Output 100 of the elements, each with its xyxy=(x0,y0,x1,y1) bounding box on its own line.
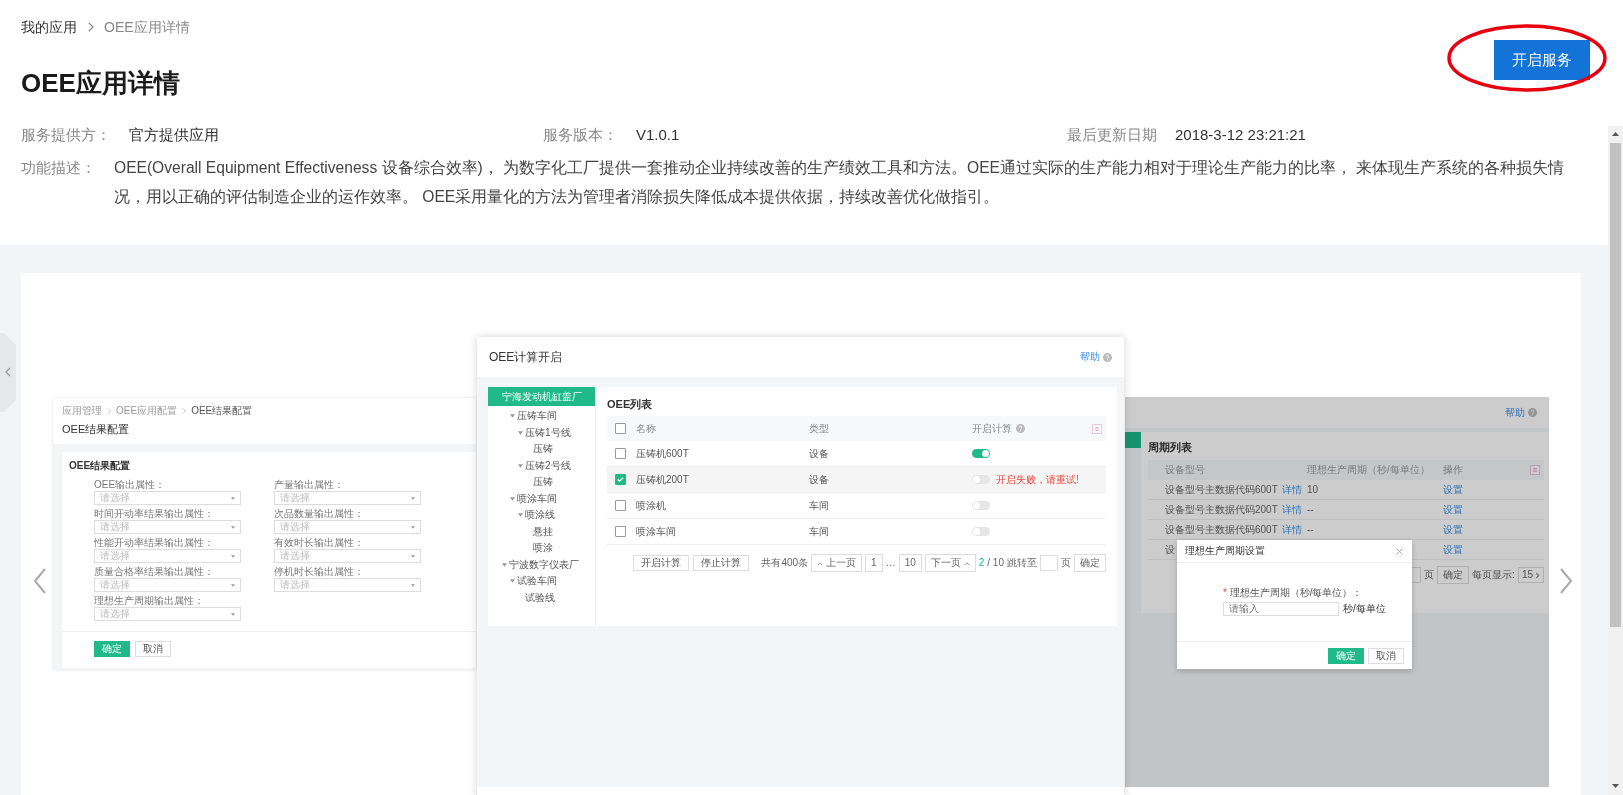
total-count: 共有400条 xyxy=(761,557,809,569)
toggle-switch[interactable] xyxy=(972,527,990,536)
field-label: 性能开动率结果输出属性： xyxy=(94,537,215,549)
checkbox[interactable] xyxy=(615,500,626,511)
table-cell: -- xyxy=(1307,503,1314,515)
column-header: 操作 xyxy=(1443,464,1464,476)
field-label: 质量合格率结果输出属性： xyxy=(94,566,215,578)
settings-link[interactable]: 设置 xyxy=(1443,503,1463,515)
caret-down-icon xyxy=(231,554,235,558)
side-tab[interactable] xyxy=(0,333,16,412)
field-label: 产量输出属性： xyxy=(274,479,345,491)
action-button[interactable]: 开启计算 xyxy=(633,555,689,571)
list-title: OEE列表 xyxy=(607,397,654,412)
column-settings-icon[interactable] xyxy=(1530,465,1540,475)
chevron-right-icon[interactable] xyxy=(1559,568,1573,594)
page-total: / 10 xyxy=(987,557,1004,569)
table-cell-text: 车间 xyxy=(809,499,830,512)
tree-item[interactable]: 压铸车间 xyxy=(488,408,595,425)
tree-item[interactable]: 悬挂 xyxy=(488,523,595,540)
toggle-switch[interactable] xyxy=(972,449,990,458)
selected-tree-item[interactable] xyxy=(1125,432,1141,448)
settings-link[interactable]: 设置 xyxy=(1443,543,1463,555)
field-label: OEE输出属性： xyxy=(94,479,167,491)
chevron-left-icon[interactable] xyxy=(33,568,47,594)
caret-down-icon xyxy=(411,554,415,558)
field-label: * 理想生产周期（秒/每单位）： xyxy=(1223,587,1364,599)
detail-link[interactable]: 详情 xyxy=(1281,503,1302,516)
checkbox[interactable] xyxy=(615,474,626,485)
tree-item[interactable]: 试验车间 xyxy=(488,573,595,590)
page-unit: 页 xyxy=(1061,557,1071,569)
confirm-button[interactable]: 确定 xyxy=(1074,554,1106,572)
prev-page-button[interactable]: 上一页 xyxy=(811,554,863,572)
table-cell-text: 压铸机600T xyxy=(636,447,690,460)
checkbox[interactable] xyxy=(615,526,626,537)
help-link[interactable]: 帮助 xyxy=(1080,351,1100,363)
column-header: 设备型号 xyxy=(1164,464,1206,476)
checkbox[interactable] xyxy=(615,423,626,434)
settings-link[interactable]: 设置 xyxy=(1443,483,1463,495)
field-label: 时间开动率结果输出属性： xyxy=(94,508,215,520)
table-cell: 设 xyxy=(1165,543,1175,556)
list-title: 周期列表 xyxy=(1148,440,1193,455)
page-size-select[interactable]: 15 xyxy=(1517,567,1544,583)
tree-item[interactable]: 压铸1号线 xyxy=(488,424,595,441)
caret-down-icon xyxy=(411,583,415,587)
caret-down-icon xyxy=(510,414,515,419)
table-cell: 设备型号主数据代码600T xyxy=(1165,483,1278,496)
chevron-up-icon xyxy=(963,560,970,566)
column-header: 名称 xyxy=(636,422,657,435)
tree-item[interactable]: 压铸 xyxy=(488,441,595,458)
caret-down-icon xyxy=(518,463,523,468)
settings-link[interactable]: 设置 xyxy=(1443,523,1463,535)
tree-item[interactable]: 宁波数字仪表厂 xyxy=(488,556,595,573)
checkbox[interactable] xyxy=(615,448,626,459)
column-settings-icon[interactable] xyxy=(1092,423,1102,434)
caret-down-icon xyxy=(518,513,523,518)
confirm-button[interactable]: 确定 xyxy=(1437,566,1470,584)
caret-down-icon xyxy=(510,579,515,584)
table-cell-text: 车间 xyxy=(809,525,830,538)
breadcrumb-item: OEE结果配置 xyxy=(191,404,253,418)
detail-link[interactable]: 详情 xyxy=(1281,523,1302,536)
page-input[interactable] xyxy=(1040,555,1058,571)
description-text: OEE(Overall Equipment Effectiveness 设备综合效率)， 为数字化工厂提供一套推动企业持续改善的生产绩效工具和方法。OEE通过实际的生产能力相对于理论生产能力的比率， 来体现生产系统的各种损失情况，用以正确的评估制造企业的运作效率。 OEE采用量化的方法为管理者消除损失降低成本提供依据，持续改善优化做指引。 xyxy=(114,158,1566,207)
tree-item[interactable]: 喷涂车间 xyxy=(488,490,595,507)
toggle-switch[interactable] xyxy=(972,501,990,510)
chevron-right-icon xyxy=(87,22,94,32)
help-link[interactable]: 帮助 xyxy=(1505,406,1525,419)
tree-item[interactable]: 喷涂线 xyxy=(488,507,595,524)
action-button[interactable]: 停止计算 xyxy=(693,555,749,571)
window-title: OEE计算开启 xyxy=(489,351,563,363)
table-cell: 10 xyxy=(1307,483,1319,495)
next-page-button[interactable]: 下一页 xyxy=(924,554,976,572)
tree-item[interactable]: 喷涂 xyxy=(488,540,595,557)
page-button[interactable]: 10 xyxy=(898,554,922,572)
table-cell-text: 设备 xyxy=(809,447,830,460)
page-unit: 页 xyxy=(1424,569,1435,581)
detail-link[interactable]: 详情 xyxy=(1281,483,1302,496)
tree-item[interactable]: 压铸2号线 xyxy=(488,457,595,474)
table-cell: 设备型号主数据代码200T xyxy=(1165,503,1278,516)
toggle-switch[interactable] xyxy=(972,475,990,484)
help-icon[interactable] xyxy=(1016,424,1025,433)
page-title: OEE结果配置 xyxy=(62,422,131,437)
cancel-button[interactable]: 取消 xyxy=(1368,647,1404,664)
breadcrumb-item[interactable]: 应用管理 xyxy=(62,404,102,418)
cancel-button[interactable]: 取消 xyxy=(135,641,171,657)
page-button[interactable]: 1 xyxy=(865,554,883,572)
chevron-right-icon xyxy=(182,408,187,414)
info-value: 官方提供应用 xyxy=(129,125,219,145)
help-icon[interactable] xyxy=(1528,408,1537,417)
close-icon[interactable] xyxy=(1396,547,1403,555)
tree-item[interactable]: 试验线 xyxy=(488,589,595,606)
breadcrumb-item[interactable]: 我的应用 xyxy=(21,16,77,38)
tree-item[interactable]: 压铸 xyxy=(488,474,595,491)
help-icon[interactable] xyxy=(1103,352,1112,362)
breadcrumb-item[interactable]: OEE应用配置 xyxy=(116,404,178,418)
jump-label: 跳转至 xyxy=(1007,557,1037,569)
table-cell: -- xyxy=(1307,523,1314,535)
input-field[interactable]: 请输入 xyxy=(1223,602,1339,616)
caret-down-icon xyxy=(411,496,415,500)
start-service-button[interactable]: 开启服务 xyxy=(1494,40,1590,80)
scrollbar[interactable] xyxy=(1608,126,1623,795)
